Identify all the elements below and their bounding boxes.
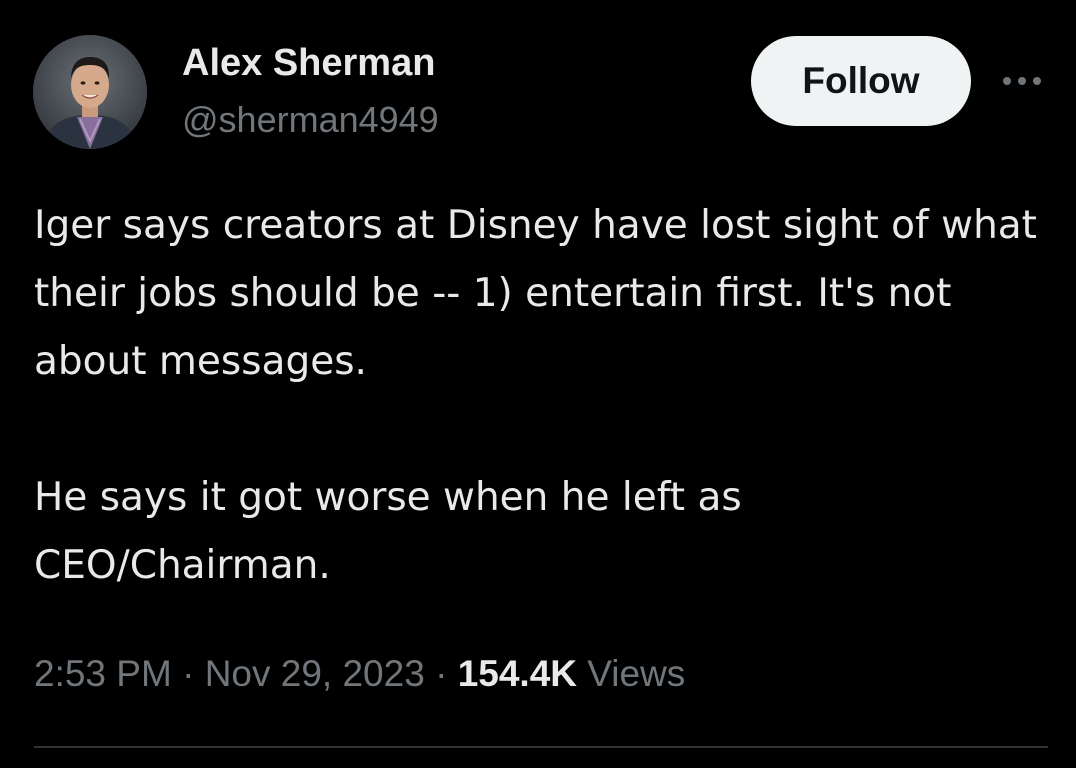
tweet-time[interactable]: 2:53 PM — [34, 653, 172, 694]
tweet-meta: 2:53 PM · Nov 29, 2023 · 154.4K Views — [34, 646, 685, 702]
profile-photo-icon — [33, 35, 147, 149]
more-options-icon[interactable] — [994, 66, 1050, 96]
tweet-card: Alex Sherman @sherman4949 Follow Iger sa… — [0, 0, 1076, 768]
views-count: 154.4K — [457, 653, 577, 694]
tweet-paragraph: Iger says creators at Disney have lost s… — [34, 203, 1037, 384]
follow-button[interactable]: Follow — [751, 36, 971, 126]
tweet-paragraph: He says it got worse when he left as CEO… — [34, 475, 742, 588]
divider — [34, 746, 1048, 748]
more-dot — [1033, 77, 1041, 85]
more-dot — [1018, 77, 1026, 85]
meta-separator: · — [435, 653, 448, 694]
author-avatar[interactable] — [33, 35, 147, 149]
author-display-name[interactable]: Alex Sherman — [182, 40, 435, 86]
author-handle[interactable]: @sherman4949 — [182, 98, 439, 142]
tweet-date[interactable]: Nov 29, 2023 — [205, 653, 425, 694]
more-dot — [1003, 77, 1011, 85]
meta-separator: · — [182, 653, 195, 694]
tweet-text: Iger says creators at Disney have lost s… — [34, 192, 1044, 600]
views-label: Views — [587, 653, 686, 694]
